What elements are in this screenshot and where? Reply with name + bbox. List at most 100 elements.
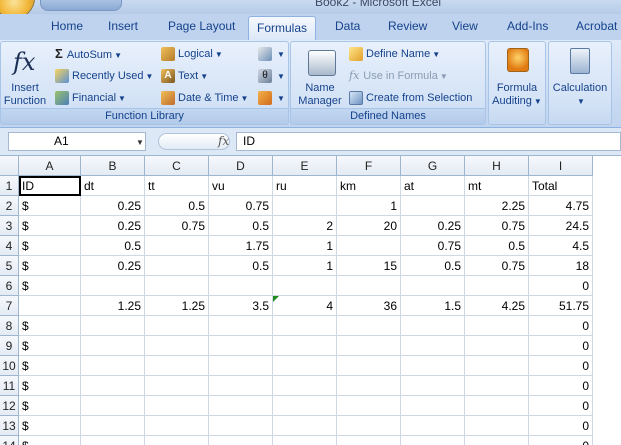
row-header-11[interactable]: 11 xyxy=(0,376,19,396)
cell-f10[interactable] xyxy=(337,356,401,376)
cell-a10[interactable]: $ xyxy=(19,356,81,376)
cell-b7[interactable]: 1.25 xyxy=(81,296,145,316)
tab-review[interactable]: Review xyxy=(388,19,427,33)
cell-c13[interactable] xyxy=(145,416,209,436)
row-header-13[interactable]: 13 xyxy=(0,416,19,436)
cell-f8[interactable] xyxy=(337,316,401,336)
math-trig-button[interactable]: θ ▼ xyxy=(258,67,285,85)
cell-d8[interactable] xyxy=(209,316,273,336)
tab-add-ins[interactable]: Add-Ins xyxy=(507,19,548,33)
cell-h1[interactable]: mt xyxy=(465,176,529,196)
column-header-d[interactable]: D xyxy=(209,156,273,176)
name-manager-button[interactable]: Name Manager xyxy=(293,44,347,108)
autosum-button[interactable]: Σ AutoSum ▼ xyxy=(55,45,122,63)
column-header-i[interactable]: I xyxy=(529,156,593,176)
row-header-2[interactable]: 2 xyxy=(0,196,19,216)
select-all-corner[interactable] xyxy=(0,156,19,176)
cell-c14[interactable] xyxy=(145,436,209,445)
cell-g13[interactable] xyxy=(401,416,465,436)
cell-h10[interactable] xyxy=(465,356,529,376)
formula-input[interactable]: ID xyxy=(236,132,621,151)
cell-h8[interactable] xyxy=(465,316,529,336)
cell-f9[interactable] xyxy=(337,336,401,356)
cell-c4[interactable] xyxy=(145,236,209,256)
cell-a1[interactable]: ID xyxy=(19,176,81,196)
cell-i7[interactable]: 51.75 xyxy=(529,296,593,316)
cell-d2[interactable]: 0.75 xyxy=(209,196,273,216)
tab-formulas[interactable]: Formulas xyxy=(248,16,317,40)
cell-f6[interactable] xyxy=(337,276,401,296)
column-header-e[interactable]: E xyxy=(273,156,337,176)
cell-f2[interactable]: 1 xyxy=(337,196,401,216)
column-header-h[interactable]: H xyxy=(465,156,529,176)
cell-h13[interactable] xyxy=(465,416,529,436)
cell-e2[interactable] xyxy=(273,196,337,216)
financial-button[interactable]: Financial ▼ xyxy=(55,89,126,107)
cell-b10[interactable] xyxy=(81,356,145,376)
cell-g11[interactable] xyxy=(401,376,465,396)
tab-acrobat[interactable]: Acrobat xyxy=(576,19,617,33)
row-header-10[interactable]: 10 xyxy=(0,356,19,376)
cell-g12[interactable] xyxy=(401,396,465,416)
cell-f3[interactable]: 20 xyxy=(337,216,401,236)
create-from-selection-button[interactable]: Create from Selection xyxy=(349,89,472,107)
cell-g1[interactable]: at xyxy=(401,176,465,196)
cell-i4[interactable]: 4.5 xyxy=(529,236,593,256)
cell-a3[interactable]: $ xyxy=(19,216,81,236)
cell-h11[interactable] xyxy=(465,376,529,396)
cell-e6[interactable] xyxy=(273,276,337,296)
cell-c1[interactable]: tt xyxy=(145,176,209,196)
cell-g8[interactable] xyxy=(401,316,465,336)
cell-i6[interactable]: 0 xyxy=(529,276,593,296)
row-header-3[interactable]: 3 xyxy=(0,216,19,236)
cell-b11[interactable] xyxy=(81,376,145,396)
cell-b2[interactable]: 0.25 xyxy=(81,196,145,216)
row-header-5[interactable]: 5 xyxy=(0,256,19,276)
cell-d10[interactable] xyxy=(209,356,273,376)
name-box[interactable]: A1 xyxy=(8,132,146,151)
cell-e12[interactable] xyxy=(273,396,337,416)
cell-d1[interactable]: vu xyxy=(209,176,273,196)
cell-c11[interactable] xyxy=(145,376,209,396)
cell-f1[interactable]: km xyxy=(337,176,401,196)
formula-auditing-button[interactable]: Formula Auditing ▼ xyxy=(490,44,544,122)
cell-g5[interactable]: 0.5 xyxy=(401,256,465,276)
cell-f7[interactable]: 36 xyxy=(337,296,401,316)
cell-d3[interactable]: 0.5 xyxy=(209,216,273,236)
worksheet-grid[interactable]: A B C D E F G H I 1 ID dt tt vu ru km at mt Total 2 $0.25 0.5… xyxy=(0,156,621,445)
cell-g4[interactable]: 0.75 xyxy=(401,236,465,256)
column-header-b[interactable]: B xyxy=(81,156,145,176)
cell-b4[interactable]: 0.5 xyxy=(81,236,145,256)
cell-i13[interactable]: 0 xyxy=(529,416,593,436)
cell-d14[interactable] xyxy=(209,436,273,445)
recently-used-button[interactable]: Recently Used ▼ xyxy=(55,67,153,85)
cell-c5[interactable] xyxy=(145,256,209,276)
cell-h14[interactable] xyxy=(465,436,529,445)
cell-g14[interactable] xyxy=(401,436,465,445)
cell-i10[interactable]: 0 xyxy=(529,356,593,376)
cell-e4[interactable]: 1 xyxy=(273,236,337,256)
cell-a4[interactable]: $ xyxy=(19,236,81,256)
cell-b8[interactable] xyxy=(81,316,145,336)
cell-e8[interactable] xyxy=(273,316,337,336)
cell-d6[interactable] xyxy=(209,276,273,296)
cell-e7[interactable]: 4 xyxy=(273,296,337,316)
cell-a12[interactable]: $ xyxy=(19,396,81,416)
lookup-reference-button[interactable]: ▼ xyxy=(258,45,285,63)
row-header-9[interactable]: 9 xyxy=(0,336,19,356)
cell-b1[interactable]: dt xyxy=(81,176,145,196)
cell-i12[interactable]: 0 xyxy=(529,396,593,416)
cell-h3[interactable]: 0.75 xyxy=(465,216,529,236)
cell-d11[interactable] xyxy=(209,376,273,396)
error-indicator-icon[interactable] xyxy=(273,296,279,302)
cell-c12[interactable] xyxy=(145,396,209,416)
cell-f4[interactable] xyxy=(337,236,401,256)
cell-c10[interactable] xyxy=(145,356,209,376)
cell-f12[interactable] xyxy=(337,396,401,416)
cell-e3[interactable]: 2 xyxy=(273,216,337,236)
column-header-c[interactable]: C xyxy=(145,156,209,176)
cell-d12[interactable] xyxy=(209,396,273,416)
define-name-button[interactable]: Define Name ▼ xyxy=(349,45,440,63)
cell-g9[interactable] xyxy=(401,336,465,356)
cell-e13[interactable] xyxy=(273,416,337,436)
